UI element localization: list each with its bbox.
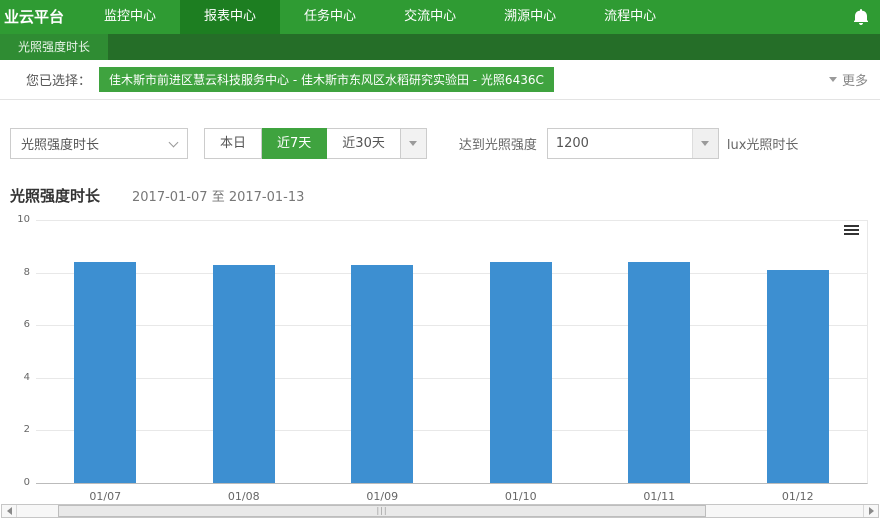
- range-button-1[interactable]: 本日: [204, 128, 262, 159]
- scrollbar-thumb[interactable]: |||: [58, 505, 706, 517]
- nav-item-1[interactable]: 监控中心: [80, 0, 180, 34]
- gridline: [36, 430, 867, 431]
- range-button-3[interactable]: 近30天: [327, 128, 401, 159]
- filter-toolbar: 光照强度时长 本日近7天近30天 达到光照强度 lux光照时长: [0, 128, 880, 159]
- threshold-label: 达到光照强度: [459, 134, 537, 153]
- chevron-down-icon: [409, 141, 417, 146]
- section-header: 光照强度时长 2017-01-07 至 2017-01-13: [10, 185, 880, 206]
- app-title: 业云平台: [0, 0, 80, 34]
- more-label: 更多: [842, 70, 868, 89]
- x-tick-label: 01/08: [204, 490, 284, 503]
- nav-item-5[interactable]: 溯源中心: [480, 0, 580, 34]
- threshold-suffix: lux光照时长: [727, 134, 799, 153]
- nav-item-6[interactable]: 流程中心: [580, 0, 680, 34]
- right-arrow-icon: [869, 507, 874, 515]
- y-tick-label: 2: [6, 424, 30, 435]
- y-tick-label: 0: [6, 477, 30, 488]
- threshold-input-wrap: [547, 128, 719, 159]
- nav-item-2[interactable]: 报表中心: [180, 0, 280, 34]
- x-tick-label: 01/10: [481, 490, 561, 503]
- scrollbar-grip-icon: |||: [376, 507, 387, 515]
- top-nav-bar: 业云平台 监控中心报表中心任务中心交流中心溯源中心流程中心: [0, 0, 880, 34]
- nav-items: 监控中心报表中心任务中心交流中心溯源中心流程中心: [80, 0, 680, 34]
- selected-device-value[interactable]: 佳木斯市前进区慧云科技服务中心 - 佳木斯市东风区水稻研究实验田 - 光照643…: [99, 67, 554, 92]
- metric-select[interactable]: 光照强度时长: [10, 128, 188, 159]
- scroll-left-arrow[interactable]: [2, 505, 17, 517]
- threshold-dropdown-button[interactable]: [692, 129, 718, 158]
- nav-item-3[interactable]: 任务中心: [280, 0, 380, 34]
- metric-select-value: 光照强度时长: [21, 134, 99, 153]
- range-dropdown-button[interactable]: [401, 128, 427, 159]
- selection-row: 您已选择： 佳木斯市前进区慧云科技服务中心 - 佳木斯市东风区水稻研究实验田 -…: [0, 60, 880, 100]
- more-button[interactable]: 更多: [829, 70, 868, 89]
- horizontal-scrollbar[interactable]: |||: [1, 504, 879, 518]
- x-tick-label: 01/11: [619, 490, 699, 503]
- gridline: [36, 220, 867, 221]
- scroll-right-arrow[interactable]: [863, 505, 878, 517]
- gridline: [36, 273, 867, 274]
- chevron-down-icon: [701, 141, 709, 146]
- range-button-group: 本日近7天近30天: [204, 128, 401, 159]
- page-title: 光照强度时长: [10, 185, 100, 206]
- sub-nav-bar: 光照强度时长: [0, 34, 880, 60]
- x-tick-label: 01/07: [65, 490, 145, 503]
- gridline: [36, 325, 867, 326]
- x-tick-label: 01/12: [758, 490, 838, 503]
- bar-01/11[interactable]: [628, 262, 690, 483]
- range-button-2[interactable]: 近7天: [262, 128, 327, 159]
- left-arrow-icon: [7, 507, 12, 515]
- y-tick-label: 10: [6, 214, 30, 225]
- threshold-input[interactable]: [548, 129, 692, 158]
- subnav-tab-light-duration[interactable]: 光照强度时长: [0, 34, 108, 60]
- y-tick-label: 4: [6, 372, 30, 383]
- chart-plot: 024681001/0701/0801/0901/1001/1101/12: [36, 220, 868, 484]
- date-range: 2017-01-07 至 2017-01-13: [132, 186, 304, 205]
- bar-01/12[interactable]: [767, 270, 829, 483]
- bar-01/09[interactable]: [351, 265, 413, 483]
- gridline: [36, 378, 867, 379]
- chart-menu-icon[interactable]: [844, 225, 859, 237]
- x-tick-label: 01/09: [342, 490, 422, 503]
- chart: 024681001/0701/0801/0901/1001/1101/12: [0, 220, 880, 484]
- y-tick-label: 6: [6, 319, 30, 330]
- bar-01/10[interactable]: [490, 262, 552, 483]
- nav-item-4[interactable]: 交流中心: [380, 0, 480, 34]
- y-tick-label: 8: [6, 267, 30, 278]
- chevron-down-icon: [169, 137, 179, 147]
- bell-icon[interactable]: [854, 9, 868, 29]
- chevron-down-icon: [829, 77, 837, 82]
- bar-01/08[interactable]: [213, 265, 275, 483]
- bar-01/07[interactable]: [74, 262, 136, 483]
- selection-label: 您已选择：: [26, 70, 91, 89]
